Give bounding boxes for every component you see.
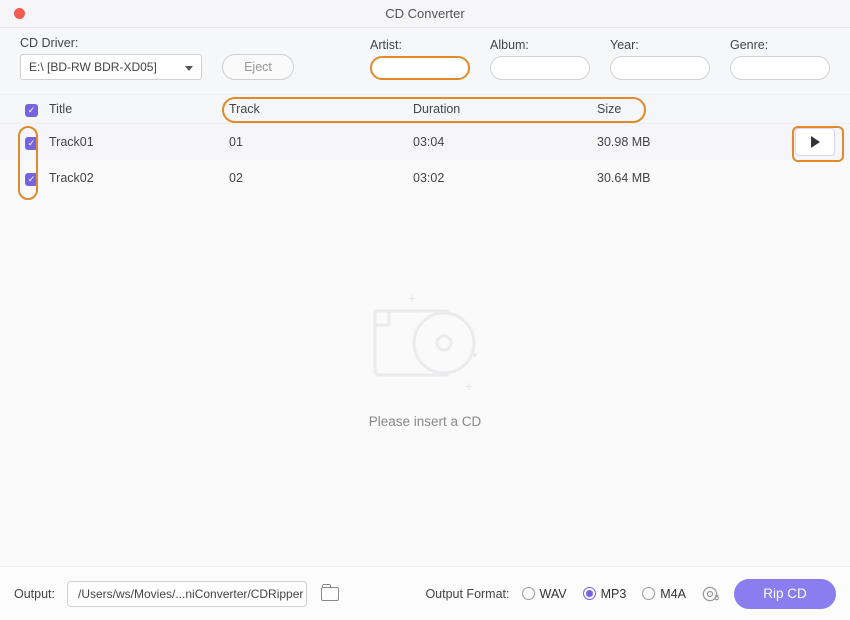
spacer-label [222, 36, 294, 50]
output-path[interactable]: /Users/ws/Movies/...niConverter/CDRipper [67, 581, 307, 607]
table-row[interactable]: ✓ Track02 02 03:02 30.64 MB [0, 160, 850, 196]
cell-duration: 03:04 [413, 135, 597, 149]
play-icon [811, 136, 820, 148]
radio-mp3[interactable]: MP3 [583, 587, 627, 601]
col-duration: Duration [413, 102, 597, 116]
col-track: Track [229, 102, 413, 116]
album-label: Album: [490, 38, 590, 52]
format-label: Output Format: [425, 587, 509, 601]
drive-group: CD Driver: E:\ [BD-RW BDR-XD05] [20, 36, 202, 80]
radio-icon [642, 587, 655, 600]
cell-track: 01 [229, 135, 413, 149]
radio-wav[interactable]: WAV [522, 587, 567, 601]
play-button[interactable] [795, 128, 835, 156]
year-input[interactable] [610, 56, 710, 80]
year-group: Year: [610, 38, 710, 80]
metadata-bar: CD Driver: E:\ [BD-RW BDR-XD05] Eject Ar… [0, 28, 850, 94]
window-title: CD Converter [385, 6, 464, 21]
drive-value: E:\ [BD-RW BDR-XD05] [29, 60, 157, 74]
col-title: Title [49, 102, 229, 116]
title-bar: CD Converter [0, 0, 850, 28]
svg-text:+: + [408, 293, 416, 306]
output-label: Output: [14, 587, 55, 601]
header-checkbox[interactable]: ✓ [3, 102, 49, 117]
drive-select[interactable]: E:\ [BD-RW BDR-XD05] [20, 54, 202, 80]
album-group: Album: [490, 38, 590, 80]
col-size: Size [597, 102, 747, 116]
cell-duration: 03:02 [413, 171, 597, 185]
check-icon: ✓ [25, 173, 38, 186]
cell-title: Track02 [49, 171, 229, 185]
table-row[interactable]: ✓ Track01 01 03:04 30.98 MB [0, 124, 850, 160]
check-icon: ✓ [25, 137, 38, 150]
radio-icon [522, 587, 535, 600]
radio-m4a[interactable]: M4A [642, 587, 686, 601]
cell-title: Track01 [49, 135, 229, 149]
open-folder-button[interactable] [319, 583, 341, 605]
artist-label: Artist: [370, 38, 470, 52]
gear-icon [700, 584, 720, 604]
svg-text:+: + [465, 378, 473, 393]
cell-size: 30.98 MB [597, 135, 747, 149]
format-settings-button[interactable] [698, 582, 722, 606]
folder-icon [321, 587, 339, 601]
drive-label: CD Driver: [20, 36, 202, 50]
empty-state: + + Please insert a CD [0, 196, 850, 526]
eject-button[interactable]: Eject [222, 54, 294, 80]
genre-group: Genre: [730, 38, 830, 80]
row-checkbox[interactable]: ✓ [3, 171, 49, 186]
album-input[interactable] [490, 56, 590, 80]
eject-group: Eject [222, 36, 294, 80]
radio-label: WAV [540, 587, 567, 601]
close-icon[interactable] [14, 8, 25, 19]
year-label: Year: [610, 38, 710, 52]
artist-input[interactable] [370, 56, 470, 80]
genre-input[interactable] [730, 56, 830, 80]
genre-label: Genre: [730, 38, 830, 52]
radio-label: MP3 [601, 587, 627, 601]
table-header: ✓ Title Track Duration Size [0, 94, 850, 124]
radio-label: M4A [660, 587, 686, 601]
bottom-bar: Output: /Users/ws/Movies/...niConverter/… [0, 566, 850, 620]
radio-icon [583, 587, 596, 600]
row-checkbox[interactable]: ✓ [3, 135, 49, 150]
rip-cd-button[interactable]: Rip CD [734, 579, 836, 609]
check-icon: ✓ [25, 104, 38, 117]
format-group: WAV MP3 M4A [522, 587, 687, 601]
cell-size: 30.64 MB [597, 171, 747, 185]
artist-group: Artist: [370, 38, 470, 80]
cell-track: 02 [229, 171, 413, 185]
chevron-down-icon [185, 60, 193, 74]
cd-placeholder-icon: + + [360, 293, 490, 396]
empty-message: Please insert a CD [369, 414, 482, 429]
